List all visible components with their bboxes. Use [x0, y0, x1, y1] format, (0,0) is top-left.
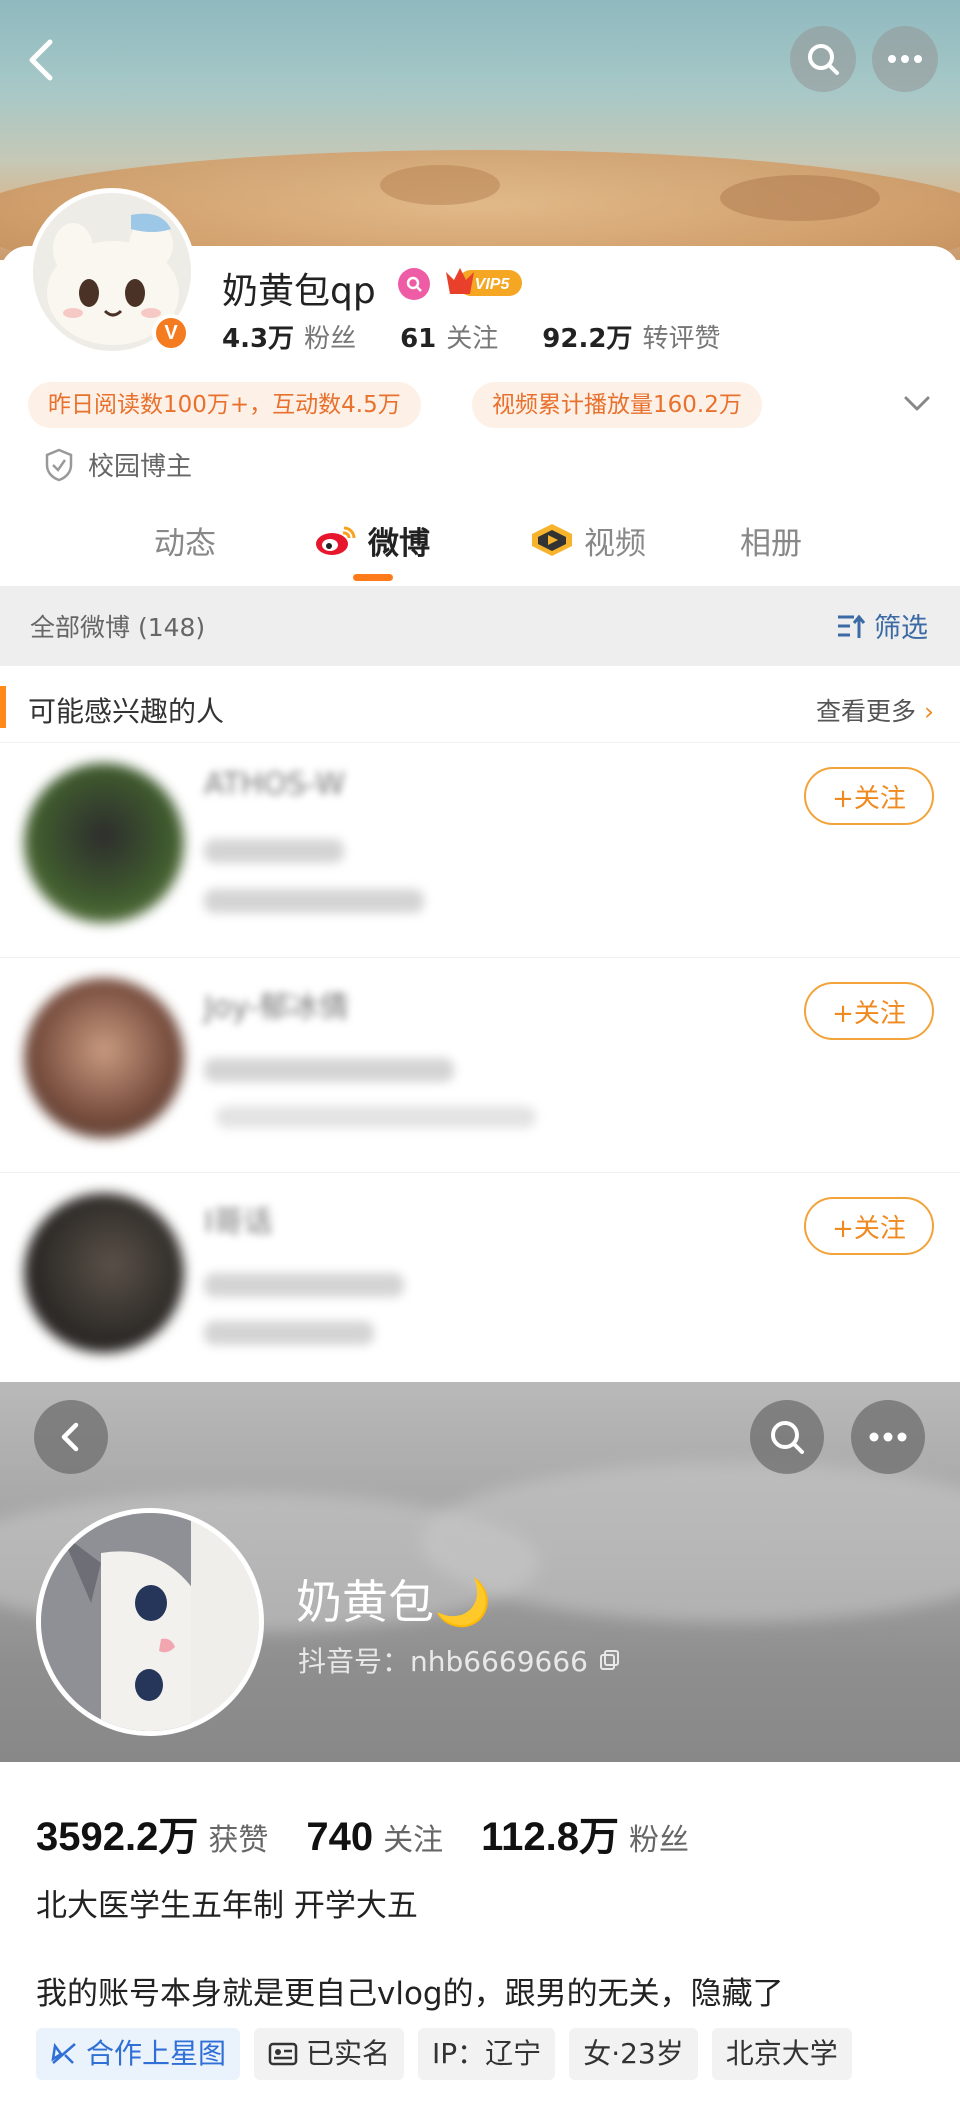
tab-video[interactable]: 视频: [530, 502, 646, 578]
vip-badge[interactable]: VIP5: [444, 264, 524, 300]
campus-blogger-label: 校园博主: [44, 446, 192, 483]
see-more-link[interactable]: 查看更多 ›: [816, 692, 934, 728]
chevron-down-icon: [904, 396, 930, 411]
recommend-user-name[interactable]: ATHOS-W: [204, 767, 345, 802]
douyin-username: 奶黄包🌙: [296, 1575, 492, 1629]
highlight-reads[interactable]: 昨日阅读数100万+，互动数4.5万: [28, 382, 421, 428]
more-dots-icon: [869, 1432, 907, 1442]
recommend-user-avatar[interactable]: [24, 978, 184, 1138]
id-card-icon: [268, 2042, 298, 2066]
stat-fans[interactable]: 112.8万 粉丝: [481, 1804, 689, 1862]
copy-icon[interactable]: [598, 1648, 622, 1672]
vip-label: VIP5: [475, 276, 511, 293]
stat-fans[interactable]: 4.3万 粉丝: [222, 318, 356, 355]
tab-weibo[interactable]: 微博: [314, 502, 430, 578]
tab-album[interactable]: 相册: [740, 502, 802, 578]
recommend-header: 可能感兴趣的人 查看更多 ›: [0, 676, 960, 740]
douyin-search-button[interactable]: [750, 1400, 824, 1474]
recommend-user-name[interactable]: I哥话: [204, 1197, 273, 1241]
school-tag[interactable]: 北京大学: [711, 2028, 852, 2080]
recommend-user-avatar[interactable]: [24, 1193, 184, 1353]
weibo-back-button[interactable]: [22, 36, 62, 84]
recommend-user-avatar[interactable]: [24, 763, 184, 923]
profile-tags: 合作上星图 已实名 IP：辽宁 女·23岁 北京大学: [36, 2028, 852, 2080]
recommend-user-item[interactable]: I哥话 +关注: [0, 1172, 960, 1382]
stat-following[interactable]: 61 关注: [400, 318, 498, 355]
filter-icon: [838, 614, 866, 638]
douyin-back-button[interactable]: [34, 1400, 108, 1474]
gender-age-tag: 女·23岁: [569, 2028, 698, 2080]
bio-line: 我的账号本身就是更自己vlog的，跟男的无关，隐藏了: [36, 1976, 784, 2012]
video-icon: [532, 524, 572, 556]
follow-button[interactable]: +关注: [804, 982, 934, 1040]
chevron-left-icon: [61, 1422, 79, 1452]
weibo-tabs: 动态 微博 视频 相册: [0, 502, 960, 582]
follow-button[interactable]: +关注: [804, 1197, 934, 1255]
weibo-logo-icon: [316, 526, 356, 555]
shield-icon: [45, 448, 73, 481]
highlight-video-plays[interactable]: 视频累计播放量160.2万: [472, 382, 762, 428]
expand-button[interactable]: [902, 392, 932, 416]
weibo-username: 奶黄包qp: [222, 271, 376, 312]
search-icon: [771, 1421, 804, 1454]
stat-following[interactable]: 740 关注: [306, 1815, 443, 1860]
douyin-stats: 3592.2万 获赞 740 关注 112.8万 粉丝: [36, 1804, 727, 1862]
star-map-icon: [51, 2042, 76, 2064]
weibo-more-button[interactable]: [872, 26, 938, 92]
stat-likes[interactable]: 3592.2万 获赞: [36, 1804, 268, 1862]
more-dots-icon: [888, 55, 922, 63]
recommend-user-item[interactable]: Joy-郁冰倩 +关注: [0, 957, 960, 1171]
recommend-user-name[interactable]: Joy-郁冰倩: [204, 982, 349, 1026]
follow-button[interactable]: +关注: [804, 767, 934, 825]
all-weibo-count[interactable]: 全部微博 (148): [30, 608, 205, 644]
tab-feed[interactable]: 动态: [154, 502, 216, 578]
search-icon: [808, 44, 839, 75]
filter-button[interactable]: 筛选: [836, 606, 928, 645]
recommend-title: 可能感兴趣的人: [28, 695, 225, 728]
verified-name-tag[interactable]: 已实名: [254, 2028, 405, 2080]
active-tab-indicator: [353, 574, 393, 581]
chevron-left-icon: [29, 39, 53, 81]
star-map-tag[interactable]: 合作上星图: [36, 2028, 241, 2080]
female-icon: [398, 268, 430, 300]
weibo-search-button[interactable]: [790, 26, 856, 92]
verified-badge: V: [152, 314, 190, 352]
bio-line: 北大医学生五年制 开学大五: [36, 1888, 418, 1924]
ip-location-tag: IP：辽宁: [418, 2028, 556, 2080]
stat-reposts-likes[interactable]: 92.2万 转评赞: [542, 318, 720, 355]
weibo-filter-bar: 全部微博 (148) 筛选: [0, 586, 960, 666]
douyin-avatar[interactable]: [36, 1508, 264, 1736]
douyin-id[interactable]: 抖音号：nhb6669666: [298, 1640, 622, 1680]
weibo-stats: 4.3万 粉丝 61 关注 92.2万 转评赞: [222, 318, 764, 355]
recommend-user-item[interactable]: ATHOS-W +关注: [0, 742, 960, 956]
douyin-more-button[interactable]: [851, 1400, 925, 1474]
